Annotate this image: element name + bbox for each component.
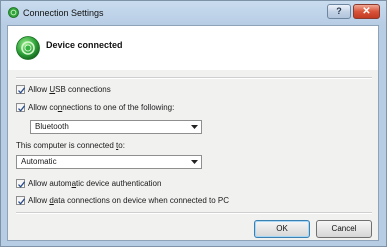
window-title: Connection Settings (23, 8, 104, 18)
cancel-button[interactable]: Cancel (316, 220, 372, 238)
allow-usb-label: Allow USB connections (28, 85, 111, 94)
separator (16, 212, 372, 214)
allow-data-check[interactable] (16, 195, 26, 205)
chevron-down-icon (191, 125, 198, 129)
separator (16, 77, 372, 79)
title-bar[interactable]: Connection Settings ? ✕ (1, 1, 386, 25)
allow-usb-check[interactable] (16, 84, 26, 94)
green-connected-orb-icon (16, 36, 40, 60)
connection-type-value: Bluetooth (35, 122, 69, 131)
dialog-content: Device connected Allow USB connections A… (7, 25, 379, 241)
connected-to-value: Automatic (21, 157, 57, 166)
allow-connections-check[interactable] (16, 102, 26, 112)
allow-connections-checkbox[interactable]: Allow connections to one of the followin… (16, 102, 174, 114)
help-icon: ? (336, 6, 342, 16)
allow-data-label: Allow data connections on device when co… (28, 196, 230, 205)
connection-settings-window: Connection Settings ? ✕ Device connected (0, 0, 387, 247)
status-header: Device connected (8, 26, 378, 70)
status-text: Device connected (46, 40, 123, 50)
close-button[interactable]: ✕ (353, 4, 380, 19)
sync-status-icon (8, 7, 19, 18)
ok-button[interactable]: OK (254, 220, 310, 238)
connection-type-dropdown[interactable]: Bluetooth (30, 120, 202, 134)
allow-auth-label: Allow automatic device authentication (28, 179, 162, 188)
chevron-down-icon (191, 160, 198, 164)
allow-auth-checkbox[interactable]: Allow automatic device authentication (16, 178, 161, 190)
allow-data-checkbox[interactable]: Allow data connections on device when co… (16, 195, 229, 207)
connected-to-label: This computer is connected to: (16, 141, 125, 150)
allow-auth-check[interactable] (16, 178, 26, 188)
help-button[interactable]: ? (327, 4, 351, 19)
close-icon: ✕ (362, 6, 371, 17)
connected-to-dropdown[interactable]: Automatic (16, 155, 202, 169)
allow-connections-label: Allow connections to one of the followin… (28, 103, 175, 112)
allow-usb-checkbox[interactable]: Allow USB connections (16, 84, 111, 96)
